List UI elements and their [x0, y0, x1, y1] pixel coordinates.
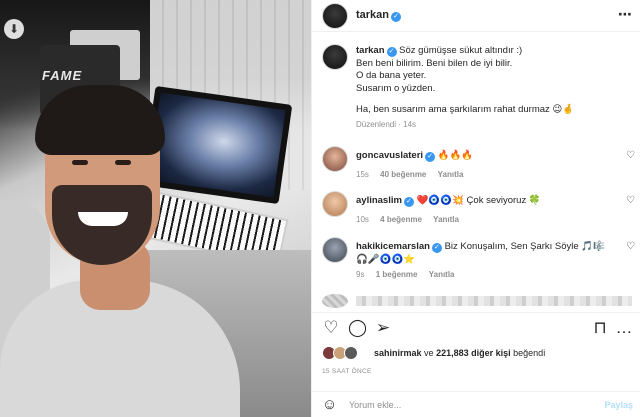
caption-line: Susarım o yüzden.	[356, 82, 436, 94]
blurred-avatar	[322, 294, 348, 308]
comment-likes[interactable]: 4 beğenme	[380, 215, 422, 224]
action-bar: ♡ ◯ ➢ ⊓ …	[312, 312, 640, 342]
comment-text: 🔥🔥🔥	[437, 150, 474, 161]
comment-likes[interactable]: 40 beğenme	[380, 170, 426, 179]
likes-summary[interactable]: sahinirmak ve 221,883 diğer kişi beğendi	[322, 346, 632, 360]
comment-text: ❤️🧿🧿💥 Çok seviyoruz 🍀	[416, 195, 541, 206]
heart-icon[interactable]: ♡	[626, 151, 636, 161]
heart-icon[interactable]: ♡	[322, 319, 340, 337]
comment-time[interactable]: 9s	[356, 270, 364, 279]
post-photo[interactable]: FAME ⬇	[0, 0, 311, 417]
liker-avatar	[344, 346, 358, 360]
reply-button[interactable]: Yanıtla	[438, 170, 464, 179]
comment-input[interactable]	[349, 397, 569, 413]
caption-username[interactable]: tarkan	[356, 45, 385, 56]
heart-icon[interactable]: ♡	[626, 242, 636, 252]
download-icon[interactable]: ⬇	[4, 19, 24, 39]
share-icon[interactable]: ➢	[374, 319, 392, 337]
verified-badge-icon: ✓	[431, 243, 442, 253]
speaker-brand-mark: FAME	[42, 68, 83, 83]
commenter-username[interactable]: goncavuslateri	[356, 150, 423, 161]
more-icon[interactable]: …	[615, 319, 633, 337]
comment-time[interactable]: 10s	[356, 215, 369, 224]
caption-line: Söz gümüşse sükut altındır :)	[399, 45, 523, 56]
caption-author-avatar[interactable]	[322, 44, 348, 70]
edited-label: Düzenlendi	[356, 120, 397, 129]
verified-badge-icon: ✓	[391, 12, 402, 22]
emoji-icon[interactable]: ☺	[322, 396, 340, 414]
save-bookmark-icon[interactable]: ⊓	[591, 319, 609, 337]
computer-monitor	[141, 85, 293, 205]
author-avatar[interactable]	[322, 3, 348, 29]
likes-count[interactable]: 221,883 diğer kişi	[436, 348, 511, 358]
more-horizontal-icon[interactable]: ⋯	[618, 6, 633, 23]
likes-suffix: beğendi	[513, 348, 546, 358]
commenter-avatar[interactable]	[322, 237, 348, 263]
post-header: tarkan ✓ ⋯	[312, 0, 640, 32]
reply-button[interactable]: Yanıtla	[429, 270, 455, 279]
add-comment-bar: ☺ Paylaş	[312, 391, 640, 417]
person-eye	[72, 160, 88, 165]
blurred-comment	[322, 294, 632, 308]
author-username[interactable]: tarkan ✓	[356, 9, 402, 22]
caption-line: Ben beni bilirim. Beni bilen de iyi bili…	[356, 57, 513, 69]
likes-connector: ve	[424, 348, 434, 358]
verified-badge-icon: ✓	[425, 152, 436, 162]
comment-likes[interactable]: 1 beğenme	[376, 270, 418, 279]
post-comment-button[interactable]: Paylaş	[604, 400, 633, 410]
blurred-text	[356, 296, 632, 306]
comment-icon[interactable]: ◯	[348, 319, 367, 337]
commenter-avatar[interactable]	[322, 191, 348, 217]
comment-time[interactable]: 15s	[356, 170, 369, 179]
commenter-avatar[interactable]	[322, 146, 348, 172]
heart-icon[interactable]: ♡	[626, 196, 636, 206]
caption-line: Ha, ben susarım ama şarkılarım rahat dur…	[356, 104, 575, 115]
reply-button[interactable]: Yanıtla	[433, 215, 459, 224]
caption-line: O da bana yeter.	[356, 70, 427, 81]
verified-badge-icon: ✓	[386, 47, 397, 57]
commenter-username[interactable]: aylinaslim	[356, 195, 402, 206]
liker-username[interactable]: sahinirmak	[374, 348, 422, 358]
verified-badge-icon: ✓	[403, 197, 414, 207]
post-side-panel: tarkan ✓ ⋯ tarkan ✓ Söz gümüşse sükut altı…	[311, 0, 640, 417]
caption-time[interactable]: 14s	[403, 120, 416, 129]
post-timestamp[interactable]: 15 SAAT ÖNCE	[322, 368, 372, 375]
commenter-username[interactable]: hakikicemarslan	[356, 241, 430, 252]
person-smile	[78, 212, 128, 226]
person-eye	[115, 160, 131, 165]
